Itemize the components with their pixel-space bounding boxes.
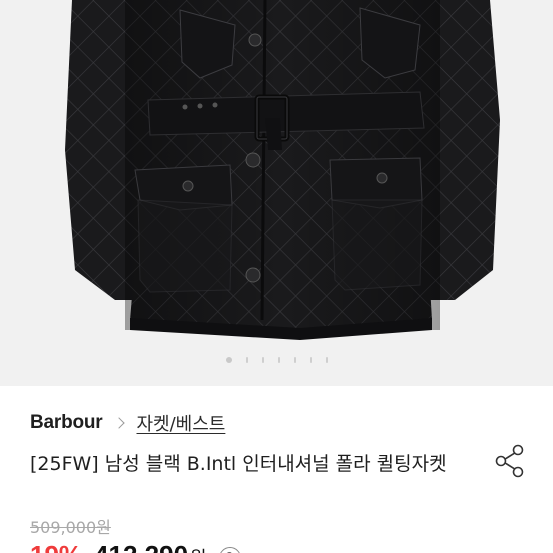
product-image-carousel[interactable] xyxy=(0,0,553,386)
carousel-indicator[interactable] xyxy=(0,355,553,365)
carousel-dot[interactable] xyxy=(225,357,232,363)
product-title: [25FW] 남성 블랙 B.Intl 인터내셔널 폴라 퀼팅자켓 xyxy=(30,453,447,475)
share-button[interactable] xyxy=(493,443,527,479)
sale-price: 412,290 xyxy=(94,540,188,553)
original-price: 509,000원 xyxy=(30,518,111,537)
carousel-dot[interactable] xyxy=(277,357,280,363)
currency-unit: 원 xyxy=(190,544,207,553)
discount-rate: 19% xyxy=(30,540,82,553)
price-info-icon[interactable]: ? xyxy=(218,547,241,553)
share-icon xyxy=(495,444,524,478)
carousel-dot[interactable] xyxy=(325,357,328,363)
product-image xyxy=(65,0,500,340)
carousel-dot[interactable] xyxy=(293,357,296,363)
carousel-dot[interactable] xyxy=(309,357,312,363)
price-row: 19% 412,290 원 ? xyxy=(30,540,241,553)
brand-link[interactable]: Barbour xyxy=(30,412,103,434)
carousel-dot[interactable] xyxy=(245,357,248,363)
breadcrumb: Barbour 자켓/베스트 xyxy=(30,410,226,436)
product-info: Barbour 자켓/베스트 [25FW] 남성 블랙 B.Intl 인터내셔널… xyxy=(0,386,553,553)
carousel-dot[interactable] xyxy=(261,357,264,363)
chevron-right-icon xyxy=(112,417,125,429)
category-link[interactable]: 자켓/베스트 xyxy=(137,410,226,436)
